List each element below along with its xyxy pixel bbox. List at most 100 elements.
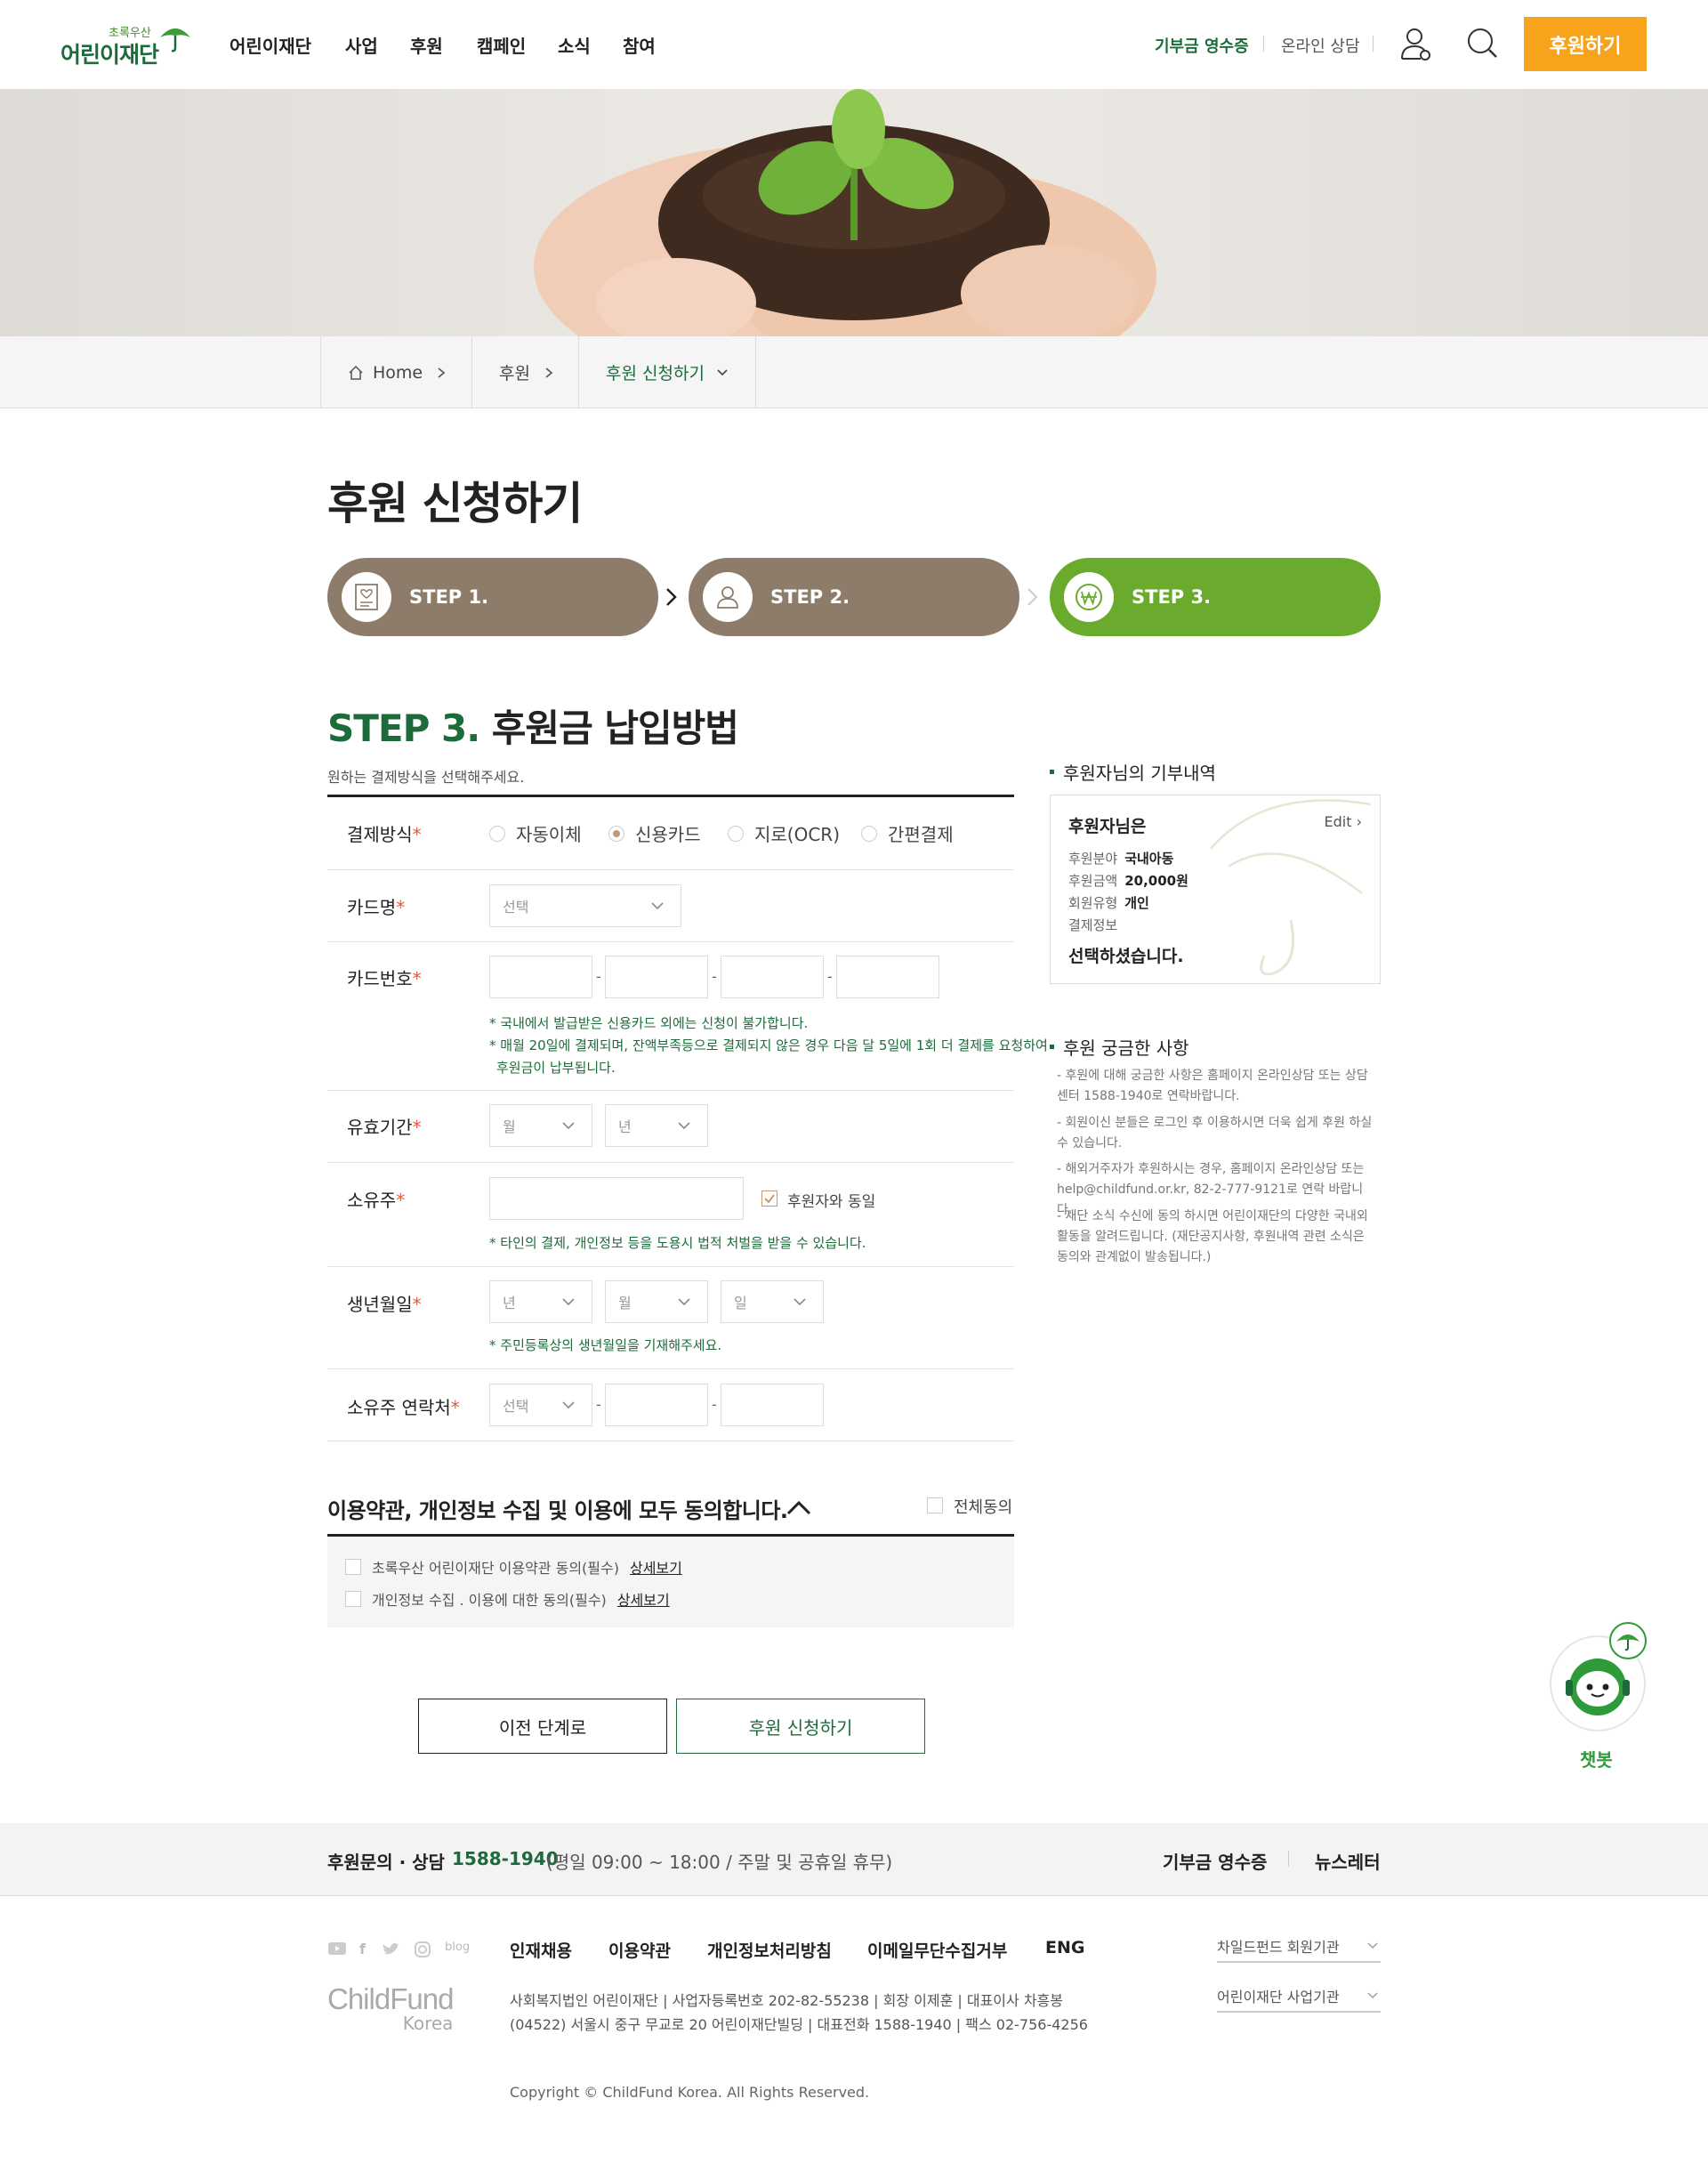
dash: - (712, 1396, 717, 1413)
phone-middle-input[interactable] (605, 1384, 708, 1426)
summary-key: 회원유형 (1068, 895, 1118, 911)
same-as-donor-checkbox[interactable] (761, 1190, 777, 1207)
birth-day-value: 일 (734, 1295, 747, 1312)
breadcrumb-current[interactable]: 후원 신청하기 (578, 336, 756, 408)
footer-link-email-policy[interactable]: 이메일무단수집거부 (867, 1938, 1007, 1962)
breadcrumb-current-label: 후원 신청하기 (606, 364, 705, 383)
nav-business[interactable]: 사업 (345, 32, 378, 58)
faq-title-text: 후원 궁금한 사항 (1063, 1037, 1189, 1059)
term-detail-link[interactable]: 상세보기 (630, 1556, 682, 1578)
expiry-label-text: 유효기간 (347, 1117, 413, 1138)
newsletter-link[interactable]: 뉴스레터 (1315, 1848, 1381, 1874)
instagram-icon[interactable] (414, 1941, 431, 1958)
chevron-down-icon (562, 1401, 575, 1409)
business-org-select[interactable]: 어린이재단 사업기관 (1217, 1981, 1381, 2013)
expiry-year-value: 년 (618, 1118, 632, 1135)
breadcrumb-home[interactable]: Home (320, 336, 471, 408)
childfund-logo: ChildFund Korea (327, 1982, 454, 2034)
birth-note: * 주민등록상의 생년월일을 기재해주세요. (489, 1337, 722, 1353)
prev-step-button[interactable]: 이전 단계로 (418, 1699, 667, 1754)
footer-receipt-link[interactable]: 기부금 영수증 (1163, 1848, 1267, 1874)
radio-easy-pay[interactable]: 간편결제 (861, 820, 954, 846)
footer-link-careers[interactable]: 인재채용 (510, 1938, 572, 1962)
owner-label-text: 소유주 (347, 1190, 397, 1211)
donor-title: 후원자님은 (1068, 817, 1147, 836)
nav-campaign[interactable]: 캠페인 (477, 32, 526, 58)
twitter-icon[interactable] (381, 1942, 400, 1957)
edit-link[interactable]: Edit › (1325, 813, 1362, 830)
receipt-link[interactable]: 기부금 영수증 (1155, 34, 1249, 57)
card-number-input-2[interactable] (605, 956, 708, 998)
radio-credit-card-label: 신용카드 (635, 824, 701, 845)
facebook-icon[interactable]: f (359, 1941, 366, 1957)
nav-support[interactable]: 후원 (410, 32, 443, 58)
card-name-label: 카드명* (347, 897, 406, 918)
row-divider (327, 941, 1014, 942)
faq-item: - 재단 소식 수신에 동의 하시면 어린이재단의 다양한 국내외 활동을 알려… (1057, 1209, 1368, 1264)
nav-news[interactable]: 소식 (558, 32, 591, 58)
footer-link-english[interactable]: ENG (1045, 1938, 1084, 1957)
youtube-icon[interactable] (327, 1941, 347, 1956)
phone-prefix-select[interactable]: 선택 (489, 1384, 592, 1426)
card-number-label-text: 카드번호 (347, 968, 413, 989)
card-name-select[interactable]: 선택 (489, 884, 681, 927)
chevron-up-icon[interactable] (785, 1497, 813, 1518)
card-number-input-3[interactable] (721, 956, 824, 998)
search-icon[interactable] (1466, 27, 1500, 62)
home-icon (349, 365, 363, 380)
birth-year-select[interactable]: 년 (489, 1280, 592, 1323)
faq-item: - 후원에 대해 궁금한 사항은 홈페이지 온라인상담 또는 상담 센터 158… (1057, 1069, 1368, 1103)
umbrella-logo-icon (160, 28, 190, 52)
row-divider (327, 1162, 1014, 1163)
radio-credit-card[interactable]: 신용카드 (608, 820, 701, 846)
step-3-label: STEP 3. (1132, 586, 1212, 608)
dash: - (827, 968, 833, 985)
breadcrumb-support[interactable]: 후원 (471, 336, 578, 408)
site-logo[interactable]: 초록우산 어린이재단 (60, 23, 194, 68)
phone-prefix-value: 선택 (503, 1398, 529, 1415)
summary-value: 국내아동 (1124, 851, 1174, 867)
same-as-donor-label: 후원자와 동일 (787, 1193, 876, 1211)
chevron-right-icon (545, 367, 553, 378)
term-text: 개인정보 수집 . 이용에 대한 동의(필수) (372, 1592, 607, 1609)
consult-link[interactable]: 온라인 상담 (1281, 34, 1360, 57)
expiry-year-select[interactable]: 년 (605, 1104, 708, 1147)
agree-all-checkbox[interactable] (927, 1497, 943, 1513)
footer-link-privacy[interactable]: 개인정보처리방침 (707, 1938, 832, 1962)
radio-giro[interactable]: 지로(OCR) (728, 820, 840, 846)
birth-month-select[interactable]: 월 (605, 1280, 708, 1323)
blog-link[interactable]: blog (445, 1941, 470, 1954)
faq-title: 후원 궁금한 사항 (1050, 1034, 1189, 1060)
footer-link-terms[interactable]: 이용약관 (608, 1938, 671, 1962)
term-checkbox[interactable] (345, 1559, 361, 1575)
phone-last-input[interactable] (721, 1384, 824, 1426)
expiry-month-select[interactable]: 월 (489, 1104, 592, 1147)
term-detail-link[interactable]: 상세보기 (617, 1588, 670, 1610)
card-name-label-text: 카드명 (347, 897, 397, 918)
breadcrumb-home-label: Home (373, 362, 423, 383)
submit-donation-button[interactable]: 후원 신청하기 (676, 1699, 925, 1754)
donate-button[interactable]: 후원하기 (1524, 17, 1647, 71)
term-item: 초록우산 어린이재단 이용약관 동의(필수) 상세보기 (345, 1556, 682, 1578)
birth-day-select[interactable]: 일 (721, 1280, 824, 1323)
chevron-down-icon (562, 1122, 575, 1130)
owner-input[interactable] (489, 1177, 744, 1220)
donation-summary-card: 후원자님은 Edit › 후원분야 국내아동 후원금액 20,000원 회원유형 개인… (1050, 795, 1381, 984)
dash: - (712, 968, 717, 985)
card-number-input-4[interactable] (836, 956, 939, 998)
member-org-select[interactable]: 차일드펀드 회원기관 (1217, 1931, 1381, 1963)
term-checkbox[interactable] (345, 1591, 361, 1607)
contact-label: 후원문의 · 상담 (327, 1852, 445, 1873)
payment-method-label: 결제방식* (347, 824, 422, 845)
user-icon[interactable] (1399, 27, 1433, 62)
chevron-down-icon (717, 368, 728, 375)
summary-value: 20,000원 (1124, 873, 1188, 889)
radio-auto-transfer[interactable]: 자동이체 (489, 820, 582, 846)
card-number-input-1[interactable] (489, 956, 592, 998)
chevron-right-icon (438, 367, 446, 378)
step3-heading: STEP 3. 후원금 납입방법 (327, 698, 739, 753)
summary-row: 결제정보 (1068, 916, 1124, 934)
nav-participate[interactable]: 참여 (623, 32, 656, 58)
row-divider (327, 1368, 1014, 1369)
nav-foundation[interactable]: 어린이재단 (230, 32, 311, 58)
